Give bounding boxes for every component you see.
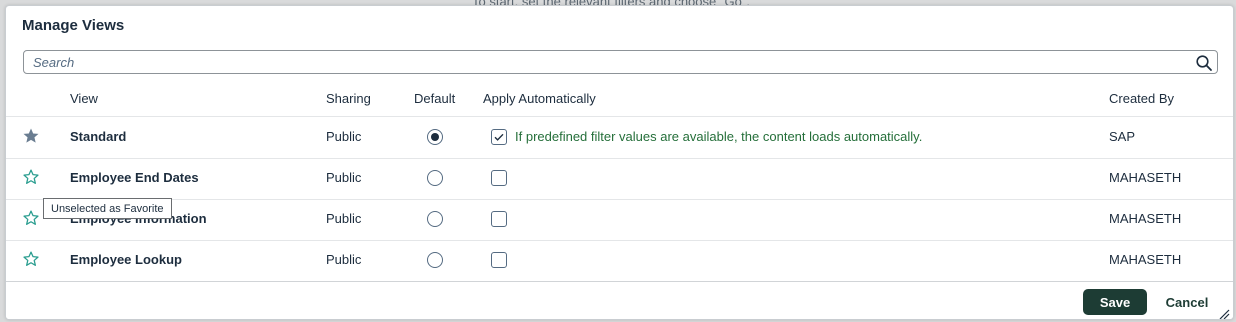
sharing-value: Public — [326, 129, 362, 144]
created-by-value: MAHASETH — [1109, 252, 1182, 267]
view-name[interactable]: Employee Lookup — [70, 252, 182, 267]
favorite-star-outline-icon[interactable] — [22, 209, 40, 227]
dialog-title: Manage Views — [22, 17, 125, 34]
resize-handle-icon[interactable] — [1218, 307, 1230, 319]
created-by-value: MAHASETH — [1109, 211, 1182, 226]
created-by-value: MAHASETH — [1109, 170, 1182, 185]
sharing-value: Public — [326, 170, 362, 185]
cancel-button[interactable]: Cancel — [1156, 289, 1218, 315]
table-header — [6, 84, 1233, 117]
default-radio[interactable] — [427, 129, 443, 145]
sharing-value: Public — [326, 211, 362, 226]
search-icon[interactable] — [1195, 54, 1213, 72]
view-name[interactable]: Standard — [70, 129, 126, 144]
dialog-footer: Save Cancel — [6, 281, 1233, 319]
column-header-view: View — [70, 91, 98, 106]
favorite-tooltip: Unselected as Favorite — [43, 198, 172, 219]
sharing-value: Public — [326, 252, 362, 267]
default-radio[interactable] — [427, 252, 443, 268]
view-name[interactable]: Employee End Dates — [70, 170, 199, 185]
table-row[interactable] — [6, 240, 1233, 282]
apply-automatically-checkbox[interactable] — [491, 170, 507, 186]
favorite-star-filled-icon[interactable] — [22, 127, 40, 145]
search-field — [23, 50, 1218, 74]
search-input[interactable] — [24, 51, 1184, 73]
favorite-star-outline-icon[interactable] — [22, 250, 40, 268]
column-header-sharing: Sharing — [326, 91, 371, 106]
apply-automatically-checkbox[interactable] — [491, 252, 507, 268]
column-header-default: Default — [414, 91, 456, 106]
manage-views-dialog: Manage Views View Sharing Default Apply … — [5, 5, 1234, 320]
save-button[interactable]: Save — [1083, 289, 1147, 315]
default-radio[interactable] — [427, 211, 443, 227]
default-radio[interactable] — [427, 170, 443, 186]
column-header-apply-automatically: Apply Automatically — [483, 91, 596, 106]
created-by-value: SAP — [1109, 129, 1136, 144]
apply-automatically-checkbox[interactable] — [491, 129, 507, 145]
column-header-created-by: Created By — [1109, 91, 1175, 106]
apply-automatically-text: If predefined filter values are availabl… — [515, 129, 923, 144]
apply-automatically-checkbox[interactable] — [491, 211, 507, 227]
favorite-star-outline-icon[interactable] — [22, 168, 40, 186]
